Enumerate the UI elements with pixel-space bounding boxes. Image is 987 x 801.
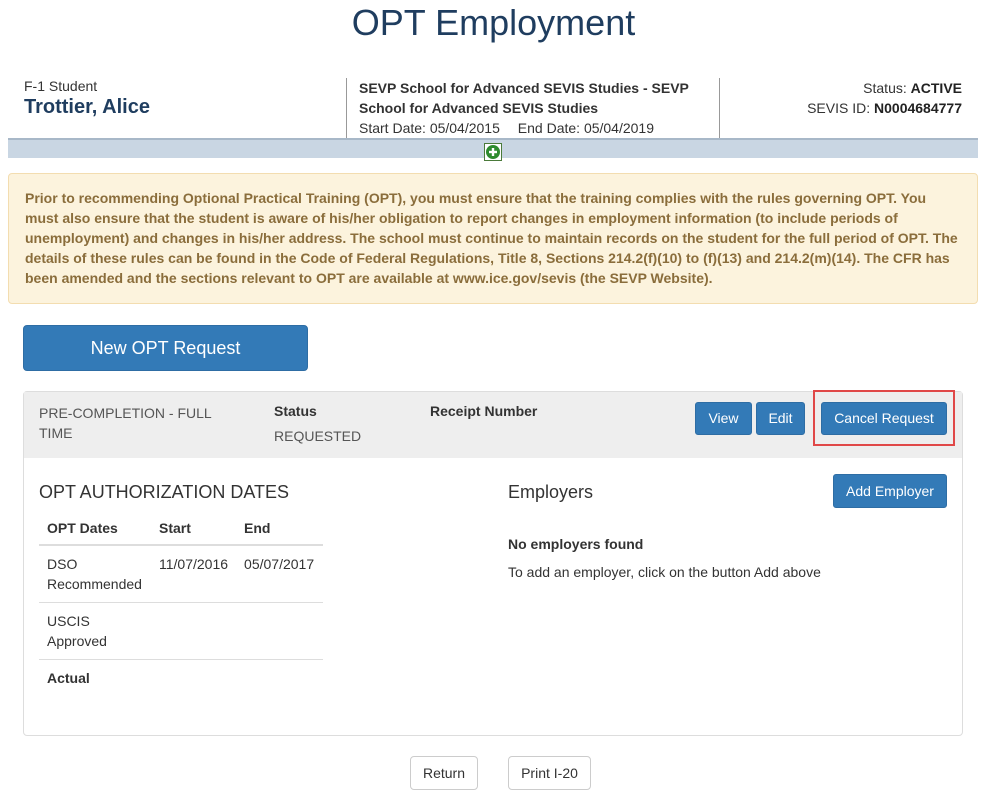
row-label: Actual bbox=[39, 659, 151, 696]
start-date-label: Start Date: bbox=[359, 120, 426, 136]
return-button[interactable]: Return bbox=[410, 756, 478, 790]
no-employers-help: To add an employer, click on the button … bbox=[508, 564, 821, 580]
student-name: Trottier, Alice bbox=[24, 96, 150, 118]
page-title: OPT Employment bbox=[351, 2, 636, 43]
row-label: USCIS Approved bbox=[39, 602, 151, 660]
request-type: PRE-COMPLETION - FULL TIME bbox=[39, 405, 212, 441]
table-row: USCIS Approved bbox=[39, 602, 323, 660]
new-opt-request-button[interactable]: New OPT Request bbox=[23, 325, 308, 371]
end-date: 05/04/2019 bbox=[583, 120, 655, 136]
plus-circle-icon[interactable] bbox=[484, 143, 502, 161]
row-end bbox=[236, 602, 323, 660]
student-details-toggle-bar[interactable] bbox=[8, 138, 978, 161]
row-label: DSO Recommended bbox=[47, 556, 142, 592]
student-status-block: Status: ACTIVE SEVIS ID: N0004684777 bbox=[807, 78, 962, 118]
sevis-id-label: SEVIS ID: bbox=[807, 100, 871, 116]
no-employers-message: No employers found bbox=[508, 536, 644, 552]
student-header: F-1 Student Trottier, Alice SEVP School … bbox=[8, 78, 978, 138]
print-i20-button[interactable]: Print I-20 bbox=[508, 756, 591, 790]
status-value: ACTIVE bbox=[910, 80, 962, 96]
sevis-id-value: N0004684777 bbox=[874, 100, 962, 116]
start-date: 05/04/2015 bbox=[429, 120, 500, 136]
add-employer-button[interactable]: Add Employer bbox=[833, 474, 947, 508]
end-date-label: End Date: bbox=[517, 120, 581, 136]
request-status-label: Status bbox=[274, 403, 317, 419]
row-start bbox=[151, 659, 237, 696]
edit-request-button[interactable]: Edit bbox=[756, 402, 805, 435]
school-info: SEVP School for Advanced SEVIS Studies -… bbox=[346, 78, 720, 138]
column-header-end: End bbox=[236, 512, 323, 546]
authorization-dates-table: OPT Dates Start End DSO Recommended 11/0… bbox=[39, 512, 323, 696]
row-end bbox=[236, 659, 323, 696]
opt-request-header: PRE-COMPLETION - FULL TIME Status REQUES… bbox=[24, 390, 962, 458]
student-identity: F-1 Student Trottier, Alice bbox=[24, 78, 150, 119]
row-start: 11/07/2016 bbox=[159, 556, 229, 572]
table-header-row: OPT Dates Start End bbox=[39, 512, 323, 546]
employers-title: Employers bbox=[508, 482, 594, 502]
receipt-number-label: Receipt Number bbox=[430, 403, 538, 419]
program-dates: Start Date: 05/04/2015 End Date: 05/04/2… bbox=[359, 118, 719, 138]
authorization-dates-title: OPT AUTHORIZATION DATES bbox=[39, 482, 290, 502]
school-name: SEVP School for Advanced SEVIS Studies -… bbox=[359, 80, 689, 116]
student-type-label: F-1 Student bbox=[24, 78, 98, 94]
table-row: Actual bbox=[39, 659, 323, 696]
status-label: Status: bbox=[863, 80, 907, 96]
opt-request-panel: PRE-COMPLETION - FULL TIME Status REQUES… bbox=[23, 390, 963, 736]
column-header-start: Start bbox=[151, 512, 237, 546]
table-row: DSO Recommended 11/07/2016 05/07/2017 bbox=[39, 545, 323, 603]
request-status-value: REQUESTED bbox=[274, 428, 362, 444]
cancel-request-button[interactable]: Cancel Request bbox=[821, 402, 947, 435]
row-end: 05/07/2017 bbox=[244, 556, 315, 572]
view-request-button[interactable]: View bbox=[695, 402, 752, 435]
column-header-opt-dates: OPT Dates bbox=[39, 512, 151, 546]
opt-rules-alert: Prior to recommending Optional Practical… bbox=[8, 173, 978, 304]
row-start bbox=[151, 602, 237, 660]
